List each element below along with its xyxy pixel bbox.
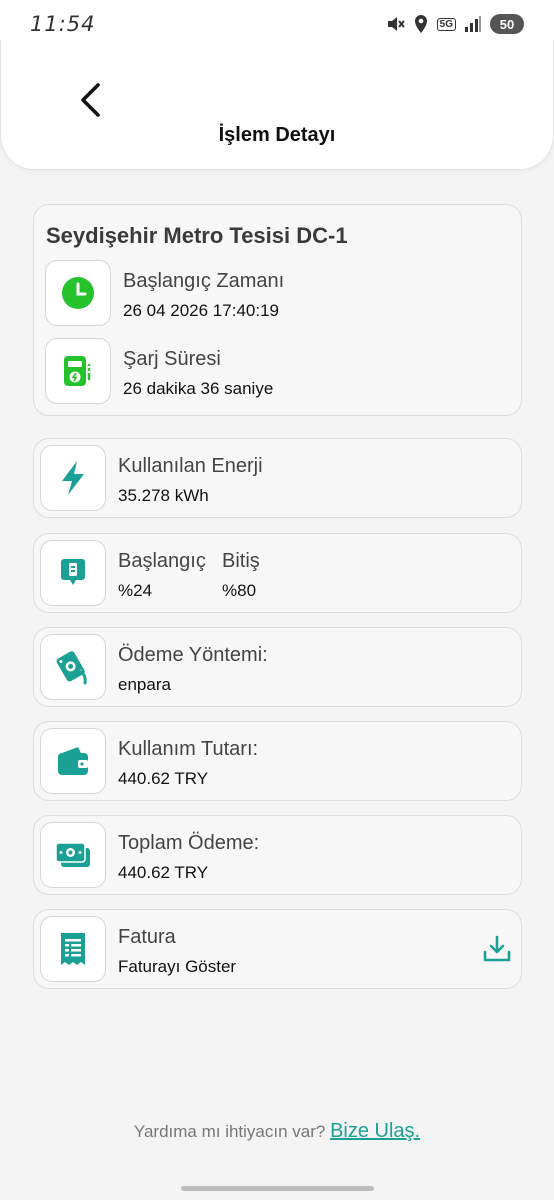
battery-icon-box [40, 540, 106, 606]
status-icons: 5G 50 [385, 14, 524, 34]
clock-icon [62, 277, 94, 309]
duration-icon-box [45, 338, 111, 404]
help-question: Yardıma mı ihtiyacın var? [133, 1122, 331, 1141]
status-time: 11:54 [30, 12, 96, 36]
usage-amount-label: Kullanım Tutarı: [118, 738, 259, 760]
battery-level-card: Başlangıç %24 Bitiş %80 [33, 533, 522, 613]
payment-icon-box [40, 634, 106, 700]
battery-end-value: %80 [222, 581, 257, 600]
battery-end-label: Bitiş [222, 550, 260, 572]
payment-method-value: enpara [118, 675, 171, 694]
duration-value: 26 dakika 36 saniye [123, 379, 274, 398]
total-icon-box [40, 822, 106, 888]
battery-pin-icon [61, 559, 85, 585]
start-time-icon-box [45, 260, 111, 326]
battery-start-label: Başlangıç [118, 550, 206, 572]
energy-icon-box [40, 445, 106, 511]
invoice-card[interactable]: Fatura Faturayı Göster [33, 909, 522, 989]
chevron-left-icon [81, 83, 100, 117]
total-payment-value: 440.62 TRY [118, 863, 209, 882]
download-icon [483, 935, 511, 962]
usage-icon-box [40, 728, 106, 794]
card-in-hand-icon [56, 651, 87, 685]
contact-us-link[interactable]: Bize Ulaş. [330, 1120, 420, 1142]
lightning-icon [62, 461, 84, 495]
battery-icon: 50 [490, 14, 524, 34]
wallet-icon [58, 747, 88, 775]
invoice-icon-box [40, 916, 106, 982]
total-payment-label: Toplam Ödeme: [118, 832, 260, 854]
energy-value: 35.278 kWh [118, 486, 209, 505]
network-5g-icon: 5G [436, 17, 456, 31]
station-card: Seydişehir Metro Tesisi DC-1 Başlangıç Z… [33, 204, 522, 416]
receipt-icon [61, 933, 85, 965]
invoice-show-link[interactable]: Faturayı Göster [118, 957, 236, 977]
usage-amount-value: 440.62 TRY [118, 769, 209, 788]
battery-start-value: %24 [118, 581, 153, 600]
mute-icon [385, 14, 405, 34]
home-indicator[interactable] [181, 1186, 374, 1191]
download-button[interactable] [482, 934, 512, 969]
back-button[interactable] [70, 80, 110, 120]
payment-method-card: Ödeme Yöntemi: enpara [33, 627, 522, 707]
help-footer: Yardıma mı ihtiyacın var? Bize Ulaş. [0, 1120, 554, 1143]
energy-card: Kullanılan Enerji 35.278 kWh [33, 438, 522, 518]
signal-icon [464, 15, 482, 33]
payment-method-label: Ödeme Yöntemi: [118, 644, 268, 666]
station-name: Seydişehir Metro Tesisi DC-1 [46, 223, 348, 248]
total-payment-card: Toplam Ödeme: 440.62 TRY [33, 815, 522, 895]
charger-icon [64, 356, 91, 386]
energy-label: Kullanılan Enerji [118, 455, 263, 477]
location-icon [413, 14, 429, 34]
invoice-label: Fatura [118, 926, 176, 948]
duration-label: Şarj Süresi [123, 348, 221, 370]
start-time-label: Başlangıç Zamanı [123, 270, 285, 292]
page-title: İşlem Detayı [218, 124, 336, 146]
usage-amount-card: Kullanım Tutarı: 440.62 TRY [33, 721, 522, 801]
start-time-value: 26 04 2026 17:40:19 [123, 301, 279, 320]
banknotes-icon [55, 842, 90, 867]
